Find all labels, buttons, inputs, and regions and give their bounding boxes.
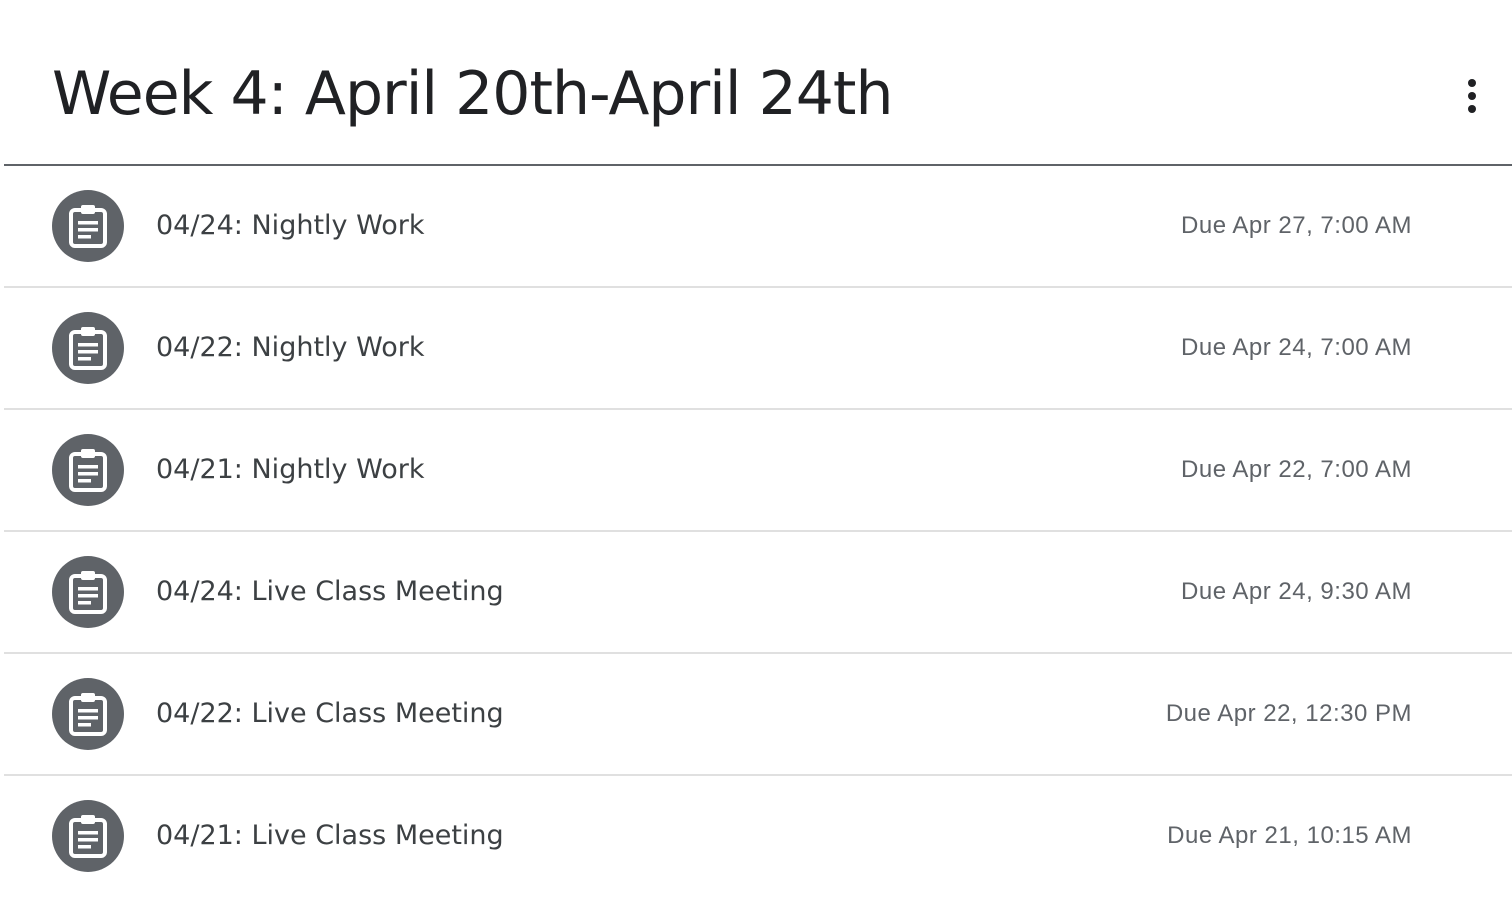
assignment-row[interactable]: 04/21: Nightly Work Due Apr 22, 7:00 AM — [4, 410, 1512, 532]
assignment-icon — [52, 312, 124, 384]
assignment-icon — [52, 678, 124, 750]
assignment-due-date: Due Apr 21, 10:15 AM — [1167, 822, 1412, 849]
assignment-list: 04/24: Nightly Work Due Apr 27, 7:00 AM … — [0, 166, 1512, 898]
assignment-row[interactable]: 04/24: Nightly Work Due Apr 27, 7:00 AM — [4, 166, 1512, 288]
assignment-due-date: Due Apr 24, 9:30 AM — [1181, 578, 1412, 605]
assignment-title: 04/21: Nightly Work — [156, 454, 425, 485]
assignment-icon — [52, 434, 124, 506]
assignment-icon — [52, 190, 124, 262]
assignment-row[interactable]: 04/21: Live Class Meeting Due Apr 21, 10… — [4, 776, 1512, 898]
assignment-row[interactable]: 04/22: Live Class Meeting Due Apr 22, 12… — [4, 654, 1512, 776]
assignment-title: 04/22: Live Class Meeting — [156, 698, 504, 729]
assignment-title: 04/24: Nightly Work — [156, 210, 425, 241]
assignment-due-date: Due Apr 24, 7:00 AM — [1181, 334, 1412, 361]
assignment-row[interactable]: 04/24: Live Class Meeting Due Apr 24, 9:… — [4, 532, 1512, 654]
more-options-button[interactable] — [1454, 74, 1490, 118]
assignment-row[interactable]: 04/22: Nightly Work Due Apr 24, 7:00 AM — [4, 288, 1512, 410]
topic-title: Week 4: April 20th-April 24th — [52, 59, 893, 129]
assignment-due-date: Due Apr 22, 7:00 AM — [1181, 456, 1412, 483]
more-vert-icon-dot — [1468, 105, 1476, 113]
more-vert-icon-dot — [1468, 92, 1476, 100]
topic-header: Week 4: April 20th-April 24th — [4, 0, 1512, 166]
assignment-icon — [52, 556, 124, 628]
assignment-due-date: Due Apr 27, 7:00 AM — [1181, 212, 1412, 239]
assignment-title: 04/22: Nightly Work — [156, 332, 425, 363]
assignment-title: 04/21: Live Class Meeting — [156, 820, 504, 851]
assignment-icon — [52, 800, 124, 872]
assignment-title: 04/24: Live Class Meeting — [156, 576, 504, 607]
assignment-due-date: Due Apr 22, 12:30 PM — [1165, 700, 1412, 727]
more-vert-icon — [1468, 79, 1476, 87]
